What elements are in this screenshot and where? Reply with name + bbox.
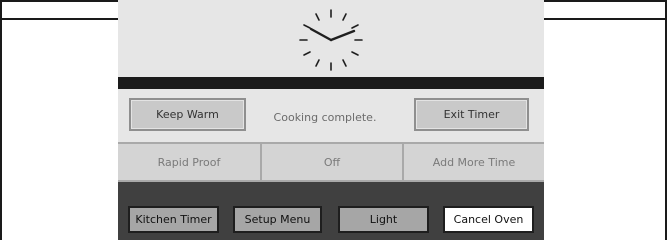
keep-warm-button[interactable]: Keep Warm <box>129 98 246 131</box>
bottom-action-bar: Kitchen Timer Setup Menu Light Cancel Ov… <box>118 182 544 240</box>
clock-display <box>118 0 544 77</box>
oven-control-panel: Keep Warm Cooking complete. Exit Timer R… <box>118 0 544 240</box>
status-section: Keep Warm Cooking complete. Exit Timer <box>118 89 544 142</box>
cooking-options-row: Rapid Proof Off Add More Time <box>118 142 544 182</box>
frame-divider-right <box>544 18 667 20</box>
exit-timer-button[interactable]: Exit Timer <box>414 98 529 131</box>
light-button[interactable]: Light <box>338 206 429 233</box>
display-separator <box>118 77 544 89</box>
cancel-oven-button[interactable]: Cancel Oven <box>443 206 534 233</box>
setup-menu-button[interactable]: Setup Menu <box>233 206 322 233</box>
add-more-time-option[interactable]: Add More Time <box>402 144 544 180</box>
off-option[interactable]: Off <box>260 144 402 180</box>
frame-divider-left <box>0 18 118 20</box>
clock-icon <box>299 9 363 71</box>
kitchen-timer-button[interactable]: Kitchen Timer <box>128 206 219 233</box>
status-message: Cooking complete. <box>273 110 377 124</box>
rapid-proof-option[interactable]: Rapid Proof <box>118 144 260 180</box>
